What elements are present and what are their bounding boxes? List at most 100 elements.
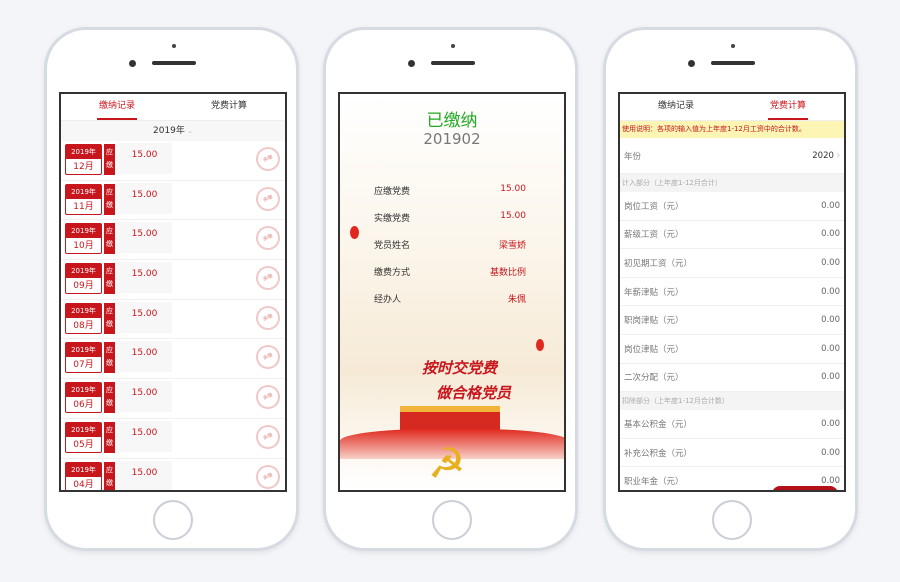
income-field[interactable]: 初见期工资（元） 0.00: [620, 249, 844, 278]
record-month: 11月: [73, 201, 94, 212]
detail-label: 党员姓名: [374, 241, 411, 251]
income-field[interactable]: 年薪津贴（元） 0.00: [620, 278, 844, 307]
due-label: 应缴: [104, 144, 115, 175]
income-field[interactable]: 岗位津贴（元） 0.00: [620, 335, 844, 364]
detail-label: 实缴党费: [374, 214, 411, 224]
record-amount: 15.00: [117, 301, 172, 333]
field-value[interactable]: 0.00: [821, 372, 840, 382]
tab-records[interactable]: 缴纳记录: [61, 94, 173, 120]
record-year: 2019年: [66, 303, 101, 318]
deduct-field[interactable]: 基本公积金（元） 0.00: [620, 410, 844, 439]
record-row[interactable]: 2019年 05月 应缴 15.00 未缴: [61, 419, 285, 459]
year-value: 2020: [812, 150, 834, 161]
speaker: [711, 61, 755, 65]
record-month: 04月: [73, 479, 94, 490]
due-label: 应缴: [104, 183, 115, 215]
detail-screen: 已缴纳 201902 应缴党费 15.00 实缴党费 15.00 党员姓名 梁雪娇 缴费方式…: [338, 92, 566, 492]
field-label: 初见期工资（元）: [624, 258, 693, 269]
record-month: 08月: [73, 320, 94, 331]
tab-records[interactable]: 缴纳记录: [620, 94, 732, 120]
record-row[interactable]: 2019年 11月 应缴 15.00 未缴: [61, 181, 285, 221]
chevron-down-icon: ⌄: [184, 127, 193, 135]
field-label: 岗位津贴（元）: [624, 344, 684, 355]
due-label: 应缴: [104, 421, 115, 453]
income-field[interactable]: 二次分配（元） 0.00: [620, 364, 844, 393]
field-value[interactable]: 0.00: [821, 229, 840, 239]
unpaid-stamp-icon: 未缴: [252, 420, 284, 453]
tab-calc[interactable]: 党费计算: [732, 94, 844, 120]
year-filter-value: 2019年: [153, 126, 185, 136]
date-badge: 2019年 08月: [65, 302, 102, 334]
field-value[interactable]: 0.00: [821, 287, 840, 297]
deduct-field[interactable]: 补充公积金（元） 0.00: [620, 439, 844, 468]
home-button[interactable]: [153, 500, 193, 540]
record-row[interactable]: 2019年 08月 应缴 15.00 未缴: [61, 300, 285, 340]
due-label: 应缴: [104, 223, 115, 255]
field-value[interactable]: 0.00: [821, 476, 840, 486]
due-label: 应缴: [104, 263, 115, 295]
record-month: 05月: [73, 439, 94, 450]
income-section-header: 计入部分（上年度1-12月合计）: [620, 174, 844, 192]
due-label: 应缴: [104, 382, 115, 414]
record-row[interactable]: 2019年 10月 应缴 15.00 未缴: [61, 220, 285, 261]
chevron-right-icon: ›: [833, 150, 840, 161]
field-label: 基本公积金（元）: [624, 419, 693, 430]
record-year: 2019年: [66, 145, 101, 159]
field-label: 岗位工资（元）: [624, 201, 684, 212]
field-label: 年薪津贴（元）: [624, 287, 684, 298]
field-value[interactable]: 0.00: [821, 258, 840, 268]
field-label: 薪级工资（元）: [624, 230, 684, 241]
field-label: 职业年金（元）: [624, 477, 684, 488]
slogan-line1: 按时交党费: [422, 359, 498, 377]
detail-item: 实缴党费 15.00: [374, 211, 526, 224]
camera: [688, 60, 695, 67]
tab-calc[interactable]: 党费计算: [173, 94, 285, 120]
year-filter[interactable]: 2019年 ⌄: [61, 121, 285, 141]
record-amount: 15.00: [117, 460, 172, 490]
record-year: 2019年: [66, 343, 101, 358]
record-amount: 15.00: [117, 222, 172, 254]
home-button[interactable]: [432, 500, 472, 540]
phone-detail: 已缴纳 201902 应缴党费 15.00 实缴党费 15.00 党员姓名 梁雪娇 缴费方式…: [323, 27, 578, 551]
payment-period: 201902: [423, 130, 481, 148]
detail-value: 15.00: [500, 184, 526, 194]
record-row[interactable]: 2019年 07月 应缴 15.00 未缴: [61, 339, 285, 380]
tab-bar: 缴纳记录 党费计算: [620, 94, 844, 121]
field-value[interactable]: 0.00: [821, 419, 840, 429]
tab-bar: 缴纳记录 党费计算: [61, 94, 285, 121]
date-badge: 2019年 09月: [65, 263, 102, 295]
detail-item: 经办人 朱佩: [374, 292, 526, 305]
field-value[interactable]: 0.00: [821, 448, 840, 458]
record-row[interactable]: 2019年 04月 应缴 15.00 未缴: [61, 459, 285, 490]
unpaid-stamp-icon: 未缴: [252, 341, 284, 374]
sensor: [451, 44, 455, 48]
camera: [408, 60, 415, 67]
detail-value: 朱佩: [507, 295, 526, 305]
date-badge: 2019年 11月: [65, 183, 102, 215]
income-field[interactable]: 薪级工资（元） 0.00: [620, 221, 844, 250]
field-label: 职岗津贴（元）: [624, 316, 684, 327]
record-row[interactable]: 2019年 06月 应缴 15.00 未缴: [61, 379, 285, 419]
speaker: [152, 61, 196, 65]
party-emblem-icon: ☭: [428, 439, 466, 488]
record-month: 09月: [73, 281, 94, 292]
field-value[interactable]: 0.00: [821, 315, 840, 325]
detail-item: 应缴党费 15.00: [374, 184, 526, 197]
record-row[interactable]: 2019年 09月 应缴 15.00 未缴: [61, 260, 285, 300]
year-label: 年份: [624, 151, 642, 162]
record-amount: 15.00: [117, 381, 172, 413]
home-button[interactable]: [712, 500, 752, 540]
field-value[interactable]: 0.00: [821, 201, 840, 211]
income-field[interactable]: 职岗津贴（元） 0.00: [620, 306, 844, 335]
record-amount: 15.00: [117, 262, 172, 294]
income-field[interactable]: 岗位工资（元） 0.00: [620, 192, 844, 221]
unpaid-stamp-icon: 未缴: [252, 301, 284, 334]
detail-item: 缴费方式 基数比例: [374, 265, 526, 278]
record-year: 2019年: [66, 184, 101, 199]
unpaid-stamp-icon: 未缴: [252, 381, 284, 414]
record-row[interactable]: 2019年 12月 应缴 15.00 未缴: [61, 141, 285, 181]
slogan: 按时交党费 做合格党员: [422, 356, 511, 406]
year-row[interactable]: 年份 2020 ›: [620, 138, 844, 174]
field-value[interactable]: 0.00: [821, 344, 840, 354]
date-badge: 2019年 06月: [65, 382, 102, 414]
